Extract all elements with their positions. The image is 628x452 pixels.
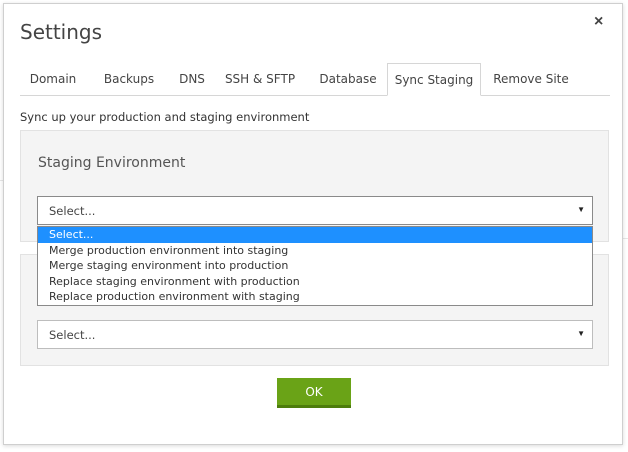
select-value: Select... — [49, 204, 96, 218]
tab-backups[interactable]: Backups — [92, 63, 166, 95]
sync-description: Sync up your production and staging envi… — [20, 110, 310, 124]
tab-database[interactable]: Database — [310, 63, 386, 95]
tab-remove-site[interactable]: Remove Site — [488, 63, 574, 95]
settings-dialog: Settings × Domain Backups DNS SSH & SFTP… — [3, 3, 623, 445]
secondary-select[interactable]: Select... ▼ — [37, 320, 593, 349]
tab-ssh-sftp[interactable]: SSH & SFTP — [220, 63, 300, 95]
staging-action-dropdown: Select... Merge production environment i… — [37, 226, 593, 306]
staging-action-select[interactable]: Select... ▼ — [37, 196, 593, 225]
tab-domain[interactable]: Domain — [20, 63, 86, 95]
close-icon[interactable]: × — [594, 14, 603, 30]
panel-title: Staging Environment — [38, 155, 186, 171]
select-value: Select... — [49, 328, 96, 342]
tab-bar: Domain Backups DNS SSH & SFTP Database S… — [20, 63, 610, 96]
dropdown-option[interactable]: Merge staging environment into productio… — [38, 258, 592, 274]
dropdown-option[interactable]: Replace staging environment with product… — [38, 274, 592, 290]
backdrop-edge — [623, 238, 628, 239]
caret-down-icon: ▼ — [577, 205, 585, 214]
dropdown-option[interactable]: Replace production environment with stag… — [38, 289, 592, 305]
caret-down-icon: ▼ — [577, 329, 585, 338]
dropdown-option[interactable]: Select... — [38, 227, 592, 243]
dialog-title: Settings — [20, 20, 103, 44]
dropdown-option[interactable]: Merge production environment into stagin… — [38, 243, 592, 259]
tab-sync-staging[interactable]: Sync Staging — [387, 63, 481, 96]
ok-button[interactable]: OK — [277, 378, 351, 408]
tab-dns[interactable]: DNS — [172, 63, 212, 95]
